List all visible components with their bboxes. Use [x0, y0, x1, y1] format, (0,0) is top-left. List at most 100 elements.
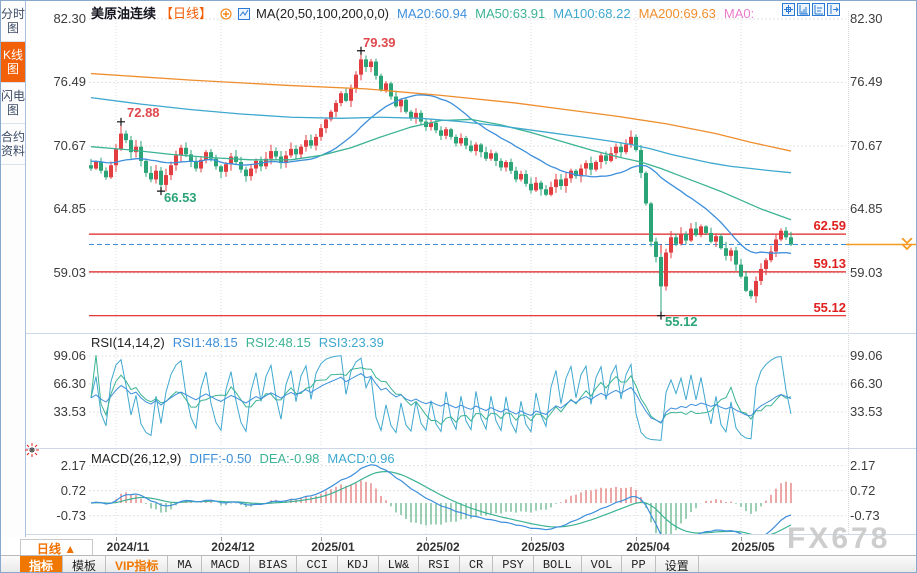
chart-toolbar	[782, 3, 840, 16]
level-label-59.13: 59.13	[771, 256, 846, 271]
annotation-high-79.39: 79.39	[363, 35, 396, 50]
indicator-tab-bar: 指标模板VIP指标MAMACDBIASCCIKDJLW&RSICRPSYBOLL…	[1, 555, 917, 573]
main-y-label-left-0: 82.30	[29, 11, 86, 26]
period-selector-label: 日线	[37, 542, 61, 556]
rsi-value-2: RSI3:23.39	[319, 335, 384, 350]
date-label-2025/02: 2025/02	[408, 540, 468, 554]
ma-formula: MA(20,50,100,200,0,0)	[256, 6, 389, 21]
sidebar-item-2[interactable]: 闪电图	[1, 83, 25, 124]
macd-value-1: DEA:-0.98	[259, 451, 319, 466]
rsi-values: RSI1:48.15 RSI2:48.15 RSI3:23.39	[173, 335, 392, 350]
tab-PSY[interactable]: PSY	[493, 556, 534, 573]
date-label-2025/04: 2025/04	[618, 540, 678, 554]
main-candlestick-chart[interactable]	[89, 11, 846, 333]
ma-value-2: MA100:68.22	[553, 6, 630, 21]
sidebar-item-3[interactable]: 合约资料	[1, 124, 25, 165]
macd-y-label-left-2: -0.73	[29, 508, 86, 523]
rsi-y-label-left-1: 66.30	[29, 376, 86, 391]
ma-values: MA20:60.94 MA50:63.91 MA100:68.22 MA200:69.…	[397, 6, 762, 21]
rsi-y-label-right-1: 66.30	[850, 376, 912, 391]
period-tag: 【日线】	[160, 6, 212, 21]
period-selector-arrow-icon: ▲	[64, 542, 76, 556]
rsi-value-1: RSI2:48.15	[246, 335, 311, 350]
pane-separator	[26, 448, 917, 449]
add-indicator-icon[interactable]	[220, 8, 232, 23]
ma-value-1: MA50:63.91	[475, 6, 545, 21]
macd-y-label-right-0: 2.17	[850, 458, 912, 473]
main-y-label-right-2: 70.67	[850, 138, 912, 153]
left-sidebar: 分时图K线图闪电图合约资料	[1, 1, 26, 539]
tab-RSI[interactable]: RSI	[419, 556, 460, 573]
macd-value-0: DIFF:-0.50	[189, 451, 251, 466]
rsi-y-label-left-2: 33.53	[29, 404, 86, 419]
crosshair-icon[interactable]	[782, 3, 795, 16]
sidebar-item-0[interactable]: 分时图	[1, 1, 25, 42]
tab-指标[interactable]: 指标	[20, 556, 63, 573]
macd-values: DIFF:-0.50 DEA:-0.98 MACD:0.96	[189, 451, 402, 466]
annotation-high-72.88: 72.88	[127, 105, 160, 120]
main-y-label-right-4: 59.03	[850, 265, 912, 280]
main-y-label-right-1: 76.49	[850, 74, 912, 89]
tab-LW&[interactable]: LW&	[379, 556, 420, 573]
main-y-label-left-1: 76.49	[29, 74, 86, 89]
rsi-formula: RSI(14,14,2)	[91, 335, 165, 350]
ma-value-4: MA0:	[724, 6, 754, 21]
pane-separator	[26, 333, 917, 334]
tab-模板[interactable]: 模板	[63, 556, 106, 573]
level-label-55.12: 55.12	[771, 300, 846, 315]
tab-VIP指标[interactable]: VIP指标	[106, 556, 168, 573]
charting-app-window: 分时图K线图闪电图合约资料 美原油连续【日线】 MA(20,50,100,200,…	[0, 0, 917, 573]
axis-column-divider	[848, 11, 849, 534]
pane-separator	[26, 534, 917, 535]
main-y-label-left-2: 70.67	[29, 138, 86, 153]
watermark: FX678	[787, 522, 890, 556]
tab-MACD[interactable]: MACD	[202, 556, 250, 573]
date-label-2024/12: 2024/12	[203, 540, 263, 554]
tab-KDJ[interactable]: KDJ	[338, 556, 379, 573]
rsi-indicator-chart[interactable]	[89, 333, 846, 447]
tab-BIAS[interactable]: BIAS	[250, 556, 298, 573]
shift-right-icon[interactable]	[827, 3, 840, 16]
axis-left-icon[interactable]	[797, 3, 810, 16]
indicator-settings-icon[interactable]	[24, 442, 40, 458]
tab-VOL[interactable]: VOL	[582, 556, 623, 573]
annotation-low-55.12: 55.12	[665, 314, 698, 329]
main-chart-header: 美原油连续【日线】 MA(20,50,100,200,0,0) MA20:60.94…	[91, 3, 762, 23]
main-y-label-right-3: 64.85	[850, 201, 912, 216]
period-selector[interactable]: 日线 ▲	[20, 539, 93, 556]
macd-header: MACD(26,12,9) DIFF:-0.50 DEA:-0.98 MACD:0.9…	[91, 451, 403, 466]
macd-y-label-right-2: -0.73	[850, 508, 912, 523]
macd-y-label-left-1: 0.72	[29, 483, 86, 498]
tab-MA[interactable]: MA	[168, 556, 201, 573]
main-y-label-right-0: 82.30	[850, 11, 912, 26]
date-label-2025/01: 2025/01	[303, 540, 363, 554]
rsi-y-label-left-0: 99.06	[29, 348, 86, 363]
rsi-header: RSI(14,14,2) RSI1:48.15 RSI2:48.15 RSI3:23.…	[91, 335, 392, 350]
tab-BOLL[interactable]: BOLL	[534, 556, 582, 573]
axis-right-icon[interactable]	[812, 3, 825, 16]
current-price-marker	[846, 238, 917, 259]
date-label-2025/05: 2025/05	[723, 540, 783, 554]
rsi-y-label-right-2: 33.53	[850, 404, 912, 419]
annotation-low-66.53: 66.53	[164, 190, 197, 205]
macd-formula: MACD(26,12,9)	[91, 451, 181, 466]
main-y-label-left-4: 59.03	[29, 265, 86, 280]
tab-PP[interactable]: PP	[622, 556, 655, 573]
macd-y-label-right-1: 0.72	[850, 483, 912, 498]
tab-设置[interactable]: 设置	[656, 556, 699, 573]
rsi-value-0: RSI1:48.15	[173, 335, 238, 350]
rsi-y-label-right-0: 99.06	[850, 348, 912, 363]
macd-value-2: MACD:0.96	[327, 451, 394, 466]
level-label-62.59: 62.59	[771, 218, 846, 233]
ma-value-3: MA200:69.63	[639, 6, 716, 21]
instrument-title: 美原油连续	[91, 6, 156, 21]
sidebar-item-1[interactable]: K线图	[1, 42, 25, 83]
date-label-2024/11: 2024/11	[98, 540, 158, 554]
date-axis-row: 日线 ▲ 2024/11 2024/12 2025/01 2025/02 2025/03…	[1, 537, 917, 555]
ma-value-0: MA20:60.94	[397, 6, 467, 21]
tab-CCI[interactable]: CCI	[297, 556, 338, 573]
date-label-2025/03: 2025/03	[513, 540, 573, 554]
main-y-label-left-3: 64.85	[29, 201, 86, 216]
tab-CR[interactable]: CR	[460, 556, 493, 573]
kline-chart-icon[interactable]	[238, 8, 250, 23]
